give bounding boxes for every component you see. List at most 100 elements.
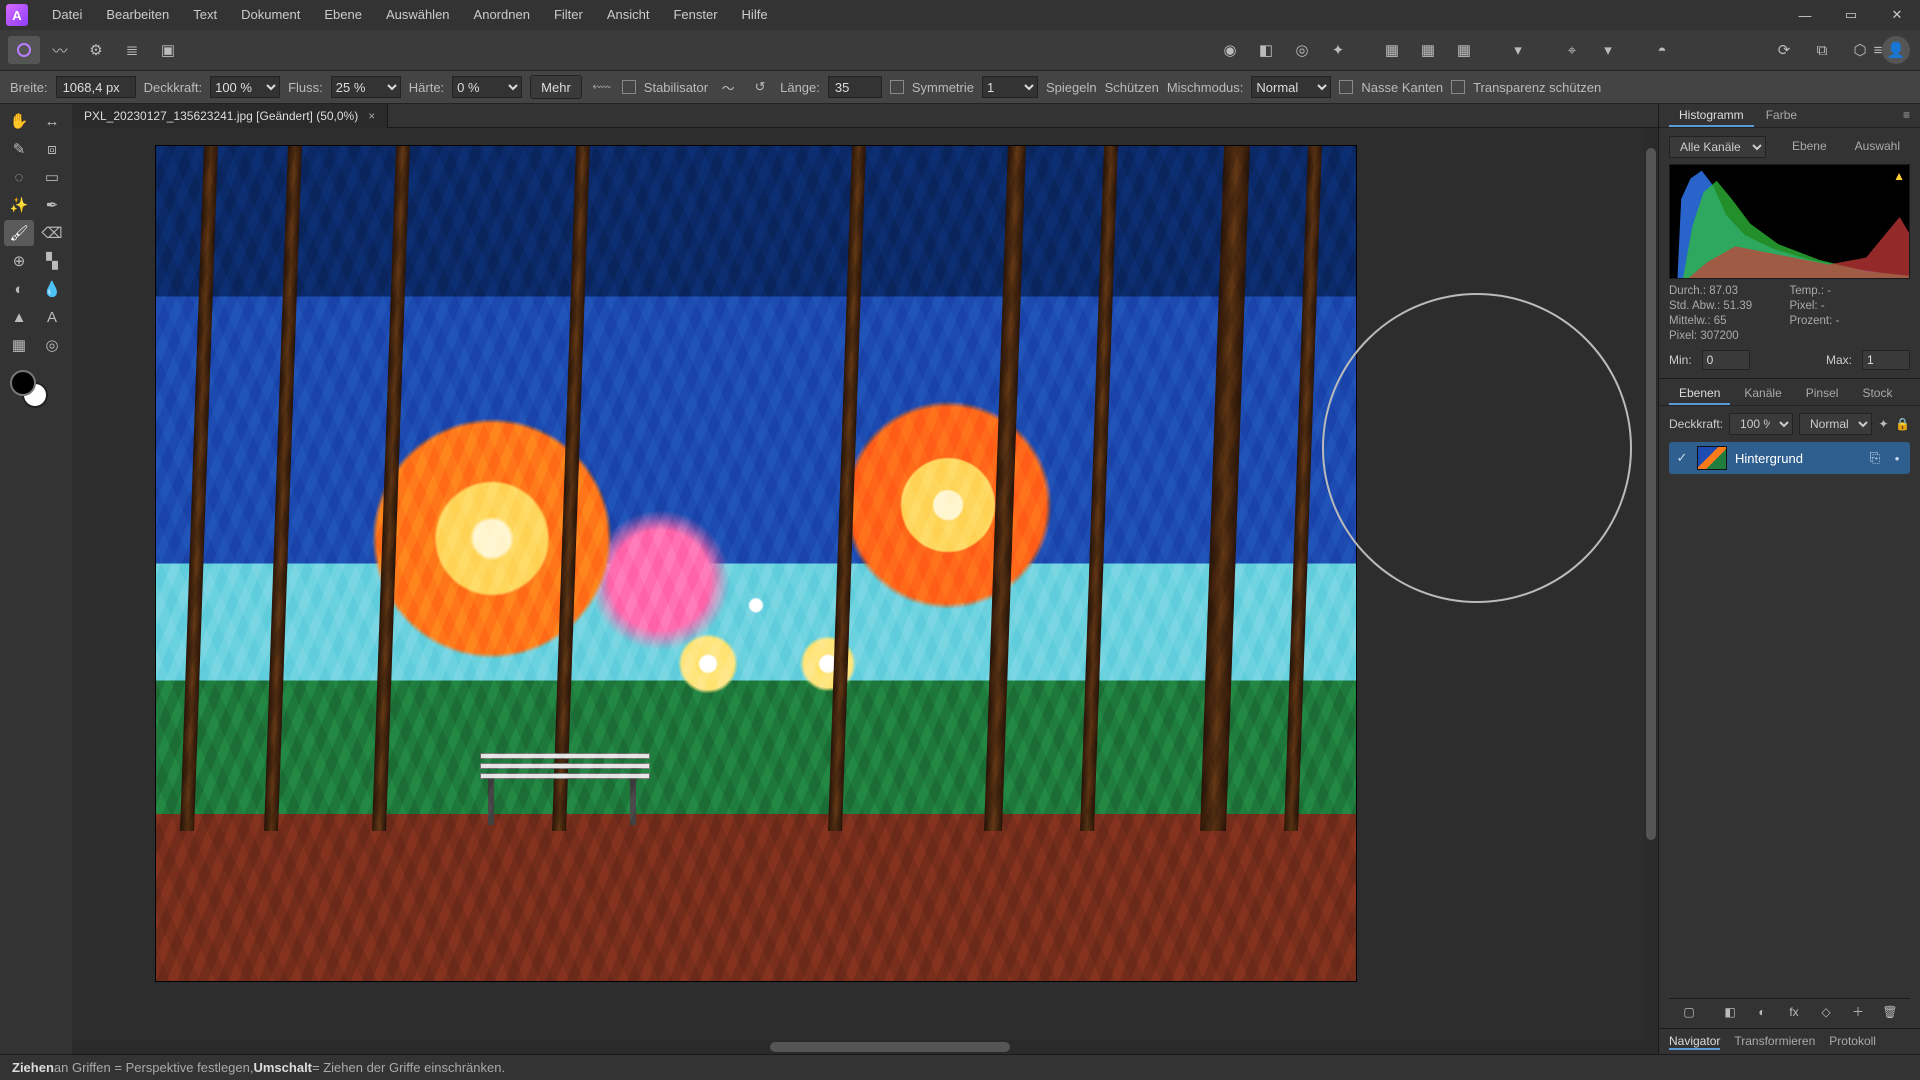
- sync-c-icon[interactable]: ⬡: [1844, 36, 1876, 64]
- add-fx-icon[interactable]: fx: [1782, 1000, 1806, 1024]
- deckkraft-select[interactable]: 100 %: [210, 76, 280, 98]
- laenge-input[interactable]: [828, 76, 882, 98]
- persona-liquify[interactable]: 〰: [44, 36, 76, 64]
- add-adjustment-icon[interactable]: ◐: [1750, 1000, 1774, 1024]
- color-swatches[interactable]: [4, 368, 68, 418]
- tab-stock[interactable]: Stock: [1852, 383, 1902, 405]
- vertical-scrollbar[interactable]: [1644, 128, 1658, 1040]
- channel-select[interactable]: Alle Kanäle: [1669, 136, 1766, 158]
- mehr-button[interactable]: Mehr: [530, 75, 582, 99]
- sync-b-icon[interactable]: ⧉: [1806, 36, 1838, 64]
- menu-datei[interactable]: Datei: [40, 0, 94, 30]
- autocolor-icon[interactable]: ◎: [1286, 36, 1318, 64]
- layers-menu-icon[interactable]: ≡: [1910, 383, 1920, 405]
- hand-tool[interactable]: ✋: [4, 108, 34, 134]
- max-input[interactable]: [1862, 350, 1910, 370]
- tab-transformieren[interactable]: Transformieren: [1734, 1034, 1815, 1050]
- menu-dokument[interactable]: Dokument: [229, 0, 312, 30]
- dodge-tool[interactable]: ◐: [4, 276, 34, 302]
- canvas[interactable]: [72, 128, 1658, 1054]
- nasse-check[interactable]: [1339, 80, 1353, 94]
- add-live-filter-icon[interactable]: ◇: [1814, 1000, 1838, 1024]
- stabilisator-check[interactable]: [622, 80, 636, 94]
- quickmask-icon[interactable]: ◓: [1646, 36, 1678, 64]
- add-mask-icon[interactable]: ◧: [1718, 1000, 1742, 1024]
- fluss-select[interactable]: 25 %: [331, 76, 401, 98]
- hist-ebene-button[interactable]: Ebene: [1782, 136, 1837, 158]
- min-input[interactable]: [1702, 350, 1750, 370]
- grid-a-icon[interactable]: ▦: [1376, 36, 1408, 64]
- smudge-tool[interactable]: 💧: [37, 276, 67, 302]
- snap-icon[interactable]: ⌖: [1556, 36, 1588, 64]
- layer-blend-select[interactable]: Normal: [1799, 413, 1872, 435]
- persona-export[interactable]: ▣: [152, 36, 184, 64]
- spiegeln-label[interactable]: Spiegeln: [1046, 80, 1097, 95]
- shape-tool[interactable]: ▲: [4, 304, 34, 330]
- window-maximize[interactable]: ▭: [1828, 0, 1874, 30]
- tab-farbe[interactable]: Farbe: [1756, 105, 1807, 127]
- menu-ebene[interactable]: Ebene: [312, 0, 374, 30]
- selection-brush-tool[interactable]: ◌: [4, 164, 34, 190]
- menu-auswaehlen[interactable]: Auswählen: [374, 0, 462, 30]
- document-tab-close-icon[interactable]: ×: [368, 109, 375, 123]
- fill-tool[interactable]: ▚: [37, 248, 67, 274]
- haerte-select[interactable]: 0 %: [452, 76, 522, 98]
- layer-fx-icon[interactable]: ✦: [1878, 412, 1889, 436]
- tab-histogramm[interactable]: Histogramm: [1669, 105, 1754, 127]
- add-layer-icon[interactable]: ＋: [1846, 1000, 1870, 1024]
- color-picker-tool[interactable]: ✎: [4, 136, 34, 162]
- persona-develop[interactable]: ⚙: [80, 36, 112, 64]
- layer-visibility-icon[interactable]: ✓: [1675, 450, 1689, 466]
- layer-opacity-select[interactable]: 100 %: [1729, 413, 1793, 435]
- force-pressure-icon[interactable]: ⬳: [590, 75, 614, 99]
- tab-protokoll[interactable]: Protokoll: [1829, 1034, 1876, 1050]
- swatch-red-icon[interactable]: ◉: [1214, 36, 1246, 64]
- autocontrast-icon[interactable]: ✦: [1322, 36, 1354, 64]
- tab-ebenen[interactable]: Ebenen: [1669, 383, 1730, 405]
- menu-text[interactable]: Text: [181, 0, 229, 30]
- pen-tool[interactable]: ✒: [37, 192, 67, 218]
- menu-fenster[interactable]: Fenster: [661, 0, 729, 30]
- erase-tool[interactable]: ⌫: [37, 220, 67, 246]
- tab-kanaele[interactable]: Kanäle: [1734, 383, 1791, 405]
- panel-menu-icon[interactable]: ≡: [1893, 105, 1920, 127]
- layer-options-icon[interactable]: ▾: [1502, 36, 1534, 64]
- tab-pinsel[interactable]: Pinsel: [1796, 383, 1849, 405]
- persona-photo[interactable]: [8, 36, 40, 64]
- layer-lock-icon[interactable]: 🔒: [1895, 412, 1910, 436]
- snap-dropdown-icon[interactable]: ▾: [1592, 36, 1624, 64]
- crop-tool[interactable]: ⧈: [37, 136, 67, 162]
- delete-layer-icon[interactable]: 🗑: [1878, 1000, 1902, 1024]
- menu-filter[interactable]: Filter: [542, 0, 595, 30]
- layer-lock-item-icon[interactable]: •: [1890, 451, 1904, 466]
- layer-link-icon[interactable]: ⎘: [1868, 450, 1882, 466]
- grid-b-icon[interactable]: ▦: [1412, 36, 1444, 64]
- marquee-tool[interactable]: ▭: [37, 164, 67, 190]
- window-minimize[interactable]: —: [1782, 0, 1828, 30]
- account-avatar[interactable]: 👤: [1882, 36, 1910, 64]
- document-tab[interactable]: PXL_20230127_135623241.jpg [Geändert] (5…: [72, 104, 388, 128]
- breite-input[interactable]: [56, 76, 136, 98]
- horizontal-scrollbar[interactable]: [72, 1040, 1658, 1054]
- mesh-tool[interactable]: ▦: [4, 332, 34, 358]
- move-tool[interactable]: ↔: [37, 108, 67, 134]
- symmetrie-select[interactable]: 1: [982, 76, 1038, 98]
- menu-hilfe[interactable]: Hilfe: [730, 0, 780, 30]
- menu-bearbeiten[interactable]: Bearbeiten: [94, 0, 181, 30]
- layer-item[interactable]: ✓ Hintergrund ⎘ •: [1669, 442, 1910, 474]
- text-tool[interactable]: A: [37, 304, 67, 330]
- hist-auswahl-button[interactable]: Auswahl: [1845, 136, 1910, 158]
- sync-a-icon[interactable]: ⟳: [1768, 36, 1800, 64]
- zoom-tool[interactable]: ◎: [37, 332, 67, 358]
- transp-check[interactable]: [1451, 80, 1465, 94]
- thumb-size-icon[interactable]: ▢: [1677, 1000, 1701, 1024]
- tab-navigator[interactable]: Navigator: [1669, 1034, 1720, 1050]
- grid-c-icon[interactable]: ▦: [1448, 36, 1480, 64]
- schuetzen-label[interactable]: Schützen: [1105, 80, 1159, 95]
- stabil-mode-a-icon[interactable]: 〜: [716, 75, 740, 99]
- mischmodus-select[interactable]: Normal: [1251, 76, 1331, 98]
- foreground-color-swatch[interactable]: [10, 370, 36, 396]
- paint-brush-tool[interactable]: 🖌: [4, 220, 34, 246]
- menu-ansicht[interactable]: Ansicht: [595, 0, 662, 30]
- stabil-mode-b-icon[interactable]: ↺: [748, 75, 772, 99]
